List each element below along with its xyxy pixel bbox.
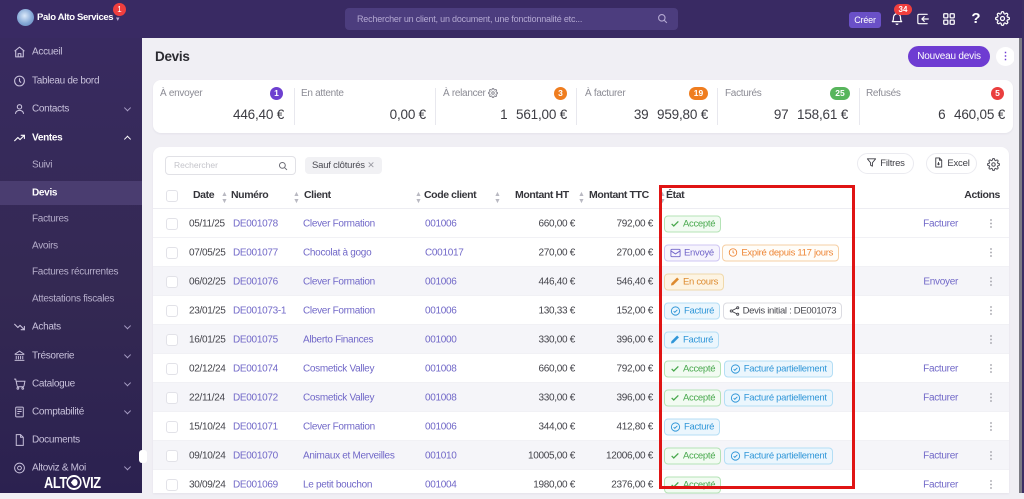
- svg-text:?: ?: [971, 10, 980, 27]
